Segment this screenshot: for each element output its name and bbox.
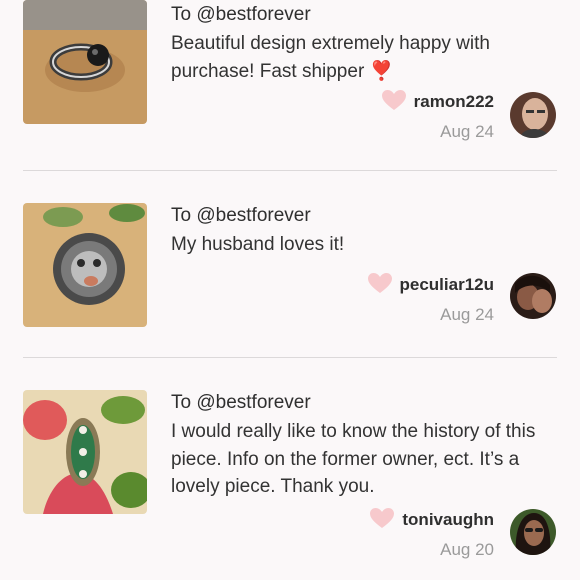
review-text: Beautiful design extremely happy with pu… [171,33,490,82]
reviewer-username[interactable]: ramon222 [414,92,494,111]
review-recipient: To @bestforever [171,4,311,25]
review-recipient: To @bestforever [171,205,311,226]
avatar-peculiar12u [510,273,556,319]
ring-lion-head-thumb [23,203,147,327]
reviewer-username[interactable]: peculiar12u [400,275,495,294]
heart-icon[interactable] [367,273,392,300]
reviewer-avatar[interactable] [510,273,556,319]
ring-emerald-marquise-thumb [23,390,147,514]
avatar-tonivaughn [510,509,556,555]
avatar-ramon222 [510,92,556,138]
ring-black-stone-thumb [23,0,147,124]
reviewer-avatar[interactable] [510,92,556,138]
listing-thumbnail[interactable] [23,0,147,124]
heart-icon[interactable] [381,90,406,117]
listing-thumbnail[interactable] [23,390,147,514]
divider [23,170,557,171]
review-recipient: To @bestforever [171,392,311,413]
divider [23,357,557,358]
reviewer-avatar[interactable] [510,509,556,555]
review-date: Aug 24 [440,122,494,141]
review-text: My husband loves it! [171,234,345,255]
review-date: Aug 24 [440,305,494,324]
review-text: I would really like to know the history … [171,421,536,497]
reviewer-username[interactable]: tonivaughn [402,510,494,529]
review-date: Aug 20 [440,540,494,559]
heart-icon[interactable] [370,508,395,535]
listing-thumbnail[interactable] [23,203,147,327]
